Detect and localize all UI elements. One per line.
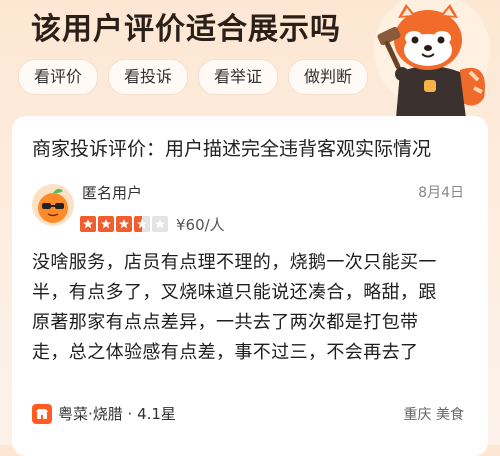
chip-view-review[interactable]: 看评价 [18,59,99,95]
review-line: 半，有点多了，叉烧味道只能说还凑合，略甜，跟 [32,282,437,303]
chip-make-judgment[interactable]: 做判断 [288,59,369,95]
review-line: 走，总之体验感有点差，事不过三，不会再去了 [32,342,419,363]
star-rating [80,216,168,232]
price-per-person: ¥60/人 [176,216,225,234]
username: 匿名用户 [82,184,143,202]
avatar [32,184,74,226]
shop-info[interactable]: 粤菜·烧腊 · 4.1星 [32,403,176,424]
shop-category-rating: 粤菜·烧腊 · 4.1星 [58,405,176,423]
location-category: 重庆 美食 [403,407,464,423]
star-icon [116,216,132,232]
chip-view-evidence[interactable]: 看举证 [198,59,279,95]
red-panda-judge-mascot [362,0,492,118]
review-text: 没啥服务，店员有点理不理的，烧鹅一次只能买一 半，有点多了，叉烧味道只能说还凑合… [32,248,472,368]
complaint-headline: 商家投诉评价：用户描述完全违背客观实际情况 [32,138,432,160]
half-star-icon [134,216,150,232]
review-date: 8月4日 [418,185,464,201]
empty-star-icon [152,216,168,232]
page-title: 该用户评价适合展示吗 [31,12,341,47]
shop-icon [32,403,52,424]
chip-view-complaint[interactable]: 看投诉 [108,59,189,95]
review-line: 原著那家有点点差异，一共去了两次都是打包带 [32,312,419,333]
star-icon [98,216,114,232]
chip-row: 看评价 看投诉 看举证 做判断 [18,59,369,95]
review-card: 商家投诉评价：用户描述完全违背客观实际情况 匿名用户 8月4日 ¥60/人 没啥… [12,116,488,456]
star-icon [80,216,96,232]
review-line: 没啥服务，店员有点理不理的，烧鹅一次只能买一 [32,252,437,273]
